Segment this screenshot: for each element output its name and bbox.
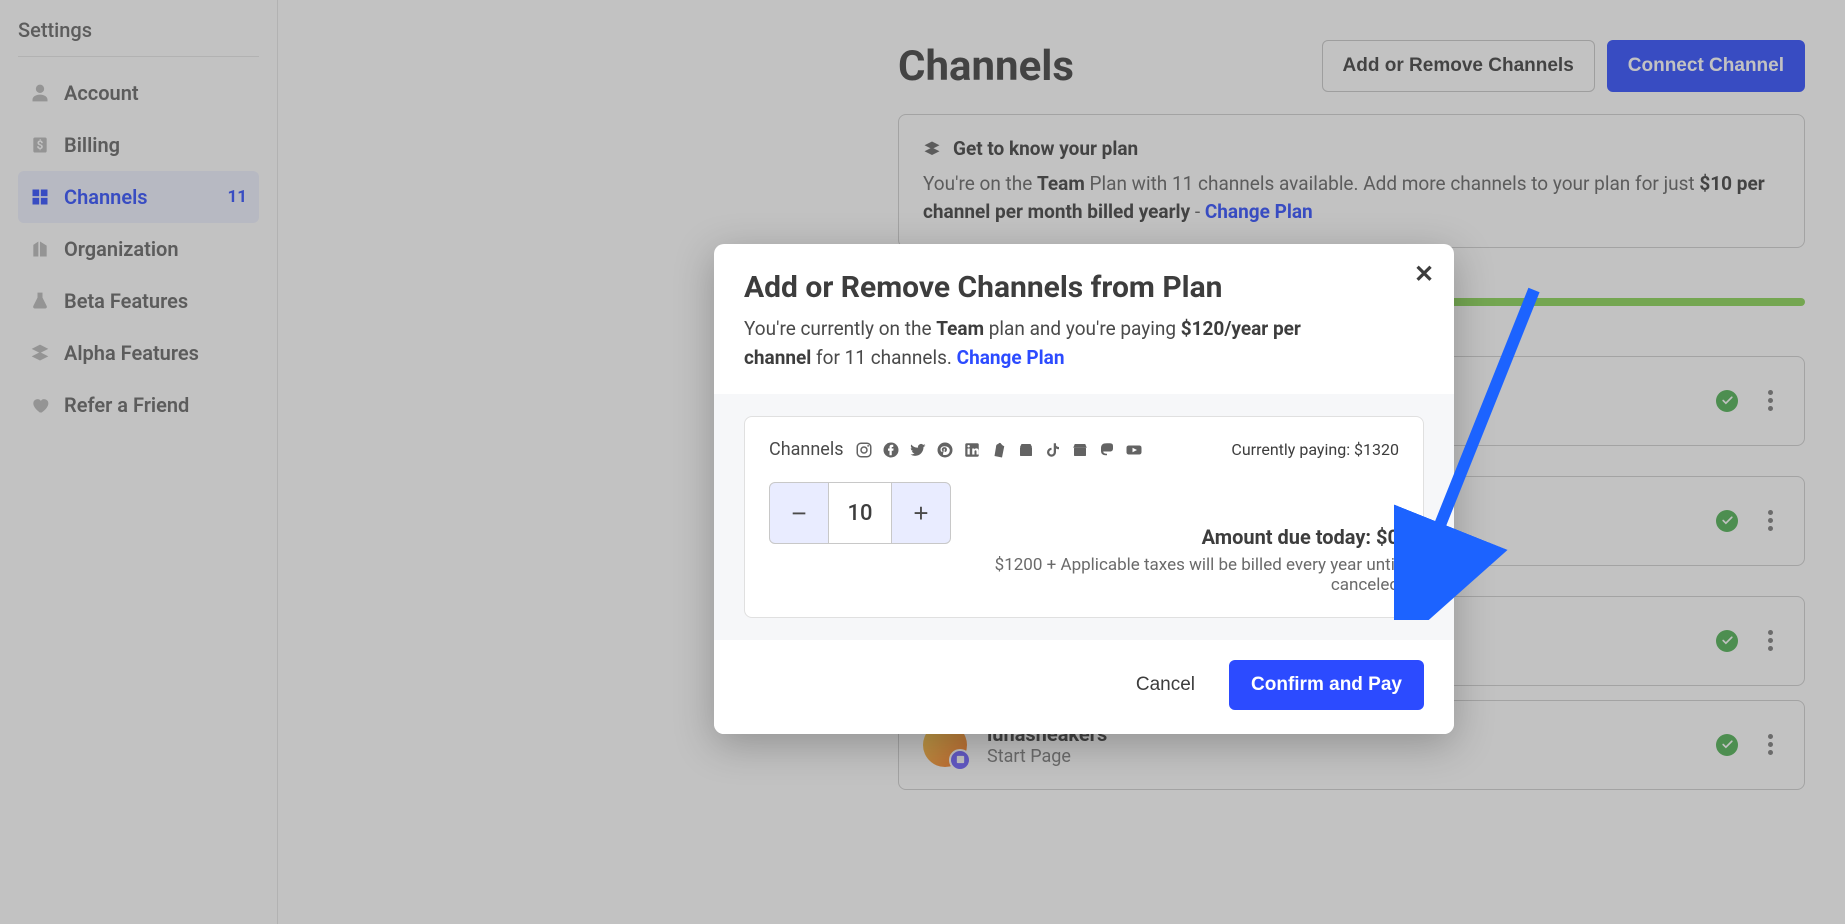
- pinterest-icon: [936, 441, 954, 459]
- channels-label: Channels: [769, 439, 844, 460]
- modal-text-segment: for 11 channels.: [811, 346, 956, 369]
- modal-text-segment: plan and you're paying: [984, 317, 1181, 340]
- add-remove-channels-modal: ✕ Add or Remove Channels from Plan You'r…: [714, 244, 1454, 734]
- amount-due: Amount due today: $0: [951, 525, 1399, 549]
- amount-due-value: $0: [1376, 525, 1399, 549]
- currently-paying: Currently paying: $1320: [1231, 440, 1399, 459]
- currently-paying-value: $1320: [1354, 440, 1399, 459]
- shopify-icon: [990, 441, 1008, 459]
- stepper-increment[interactable]: +: [891, 482, 951, 544]
- modal-plan-name: Team: [936, 317, 984, 340]
- stepper-decrement[interactable]: −: [769, 482, 829, 544]
- modal-config-card: Channels Currently paying: $1320 − 10: [744, 416, 1424, 618]
- cancel-button[interactable]: Cancel: [1116, 660, 1215, 710]
- close-button[interactable]: ✕: [1412, 262, 1436, 286]
- modal-text-segment: You're currently on the: [744, 317, 936, 340]
- tiktok-icon: [1044, 441, 1062, 459]
- facebook-icon: [882, 441, 900, 459]
- linkedin-icon: [963, 441, 981, 459]
- currently-paying-label: Currently paying:: [1231, 440, 1354, 459]
- confirm-and-pay-button[interactable]: Confirm and Pay: [1229, 660, 1424, 710]
- instagram-icon: [855, 441, 873, 459]
- youtube-icon: [1125, 441, 1143, 459]
- store-icon: [1071, 441, 1089, 459]
- amount-due-label: Amount due today:: [1202, 525, 1376, 549]
- googlebiz-icon: [1017, 441, 1035, 459]
- billing-note: $1200 + Applicable taxes will be billed …: [951, 555, 1399, 595]
- modal-subtitle: You're currently on the Team plan and yo…: [744, 315, 1304, 372]
- mastodon-icon: [1098, 441, 1116, 459]
- stepper-value: 10: [829, 482, 891, 544]
- twitter-icon: [909, 441, 927, 459]
- modal-title: Add or Remove Channels from Plan: [744, 270, 1424, 305]
- modal-change-plan-link[interactable]: Change Plan: [957, 346, 1065, 369]
- channel-count-stepper: − 10 +: [769, 482, 951, 544]
